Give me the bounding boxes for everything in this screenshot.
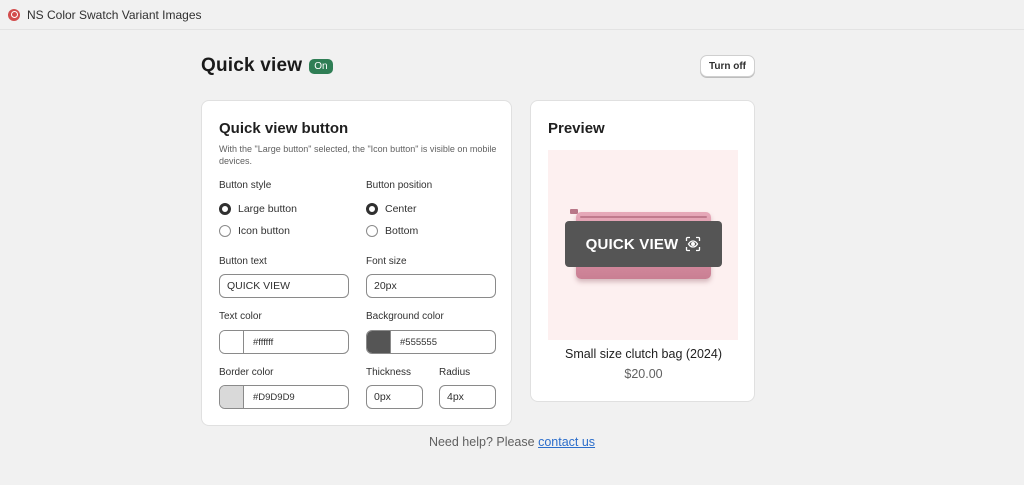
product-price: $20.00 <box>624 367 663 381</box>
app-title: NS Color Swatch Variant Images <box>27 7 202 22</box>
settings-heading: Quick view button <box>219 120 349 137</box>
radio-checked-icon[interactable] <box>219 203 231 215</box>
background-color-label: Background color <box>366 311 444 322</box>
preview-heading: Preview <box>548 120 605 137</box>
product-name: Small size clutch bag (2024) <box>564 347 723 361</box>
border-color-label: Border color <box>219 367 274 378</box>
radio-label: Icon button <box>238 225 290 237</box>
font-size-input[interactable] <box>366 274 496 298</box>
preview-card: Preview QUICK VIEW Small size clutch bag… <box>530 100 755 402</box>
help-footer: Need help? Please contact us <box>0 435 1024 449</box>
text-color-swatch[interactable] <box>220 331 244 353</box>
border-color-value: #D9D9D9 <box>253 391 295 403</box>
radio-label: Large button <box>238 203 297 215</box>
border-color-field[interactable]: #D9D9D9 <box>219 385 349 409</box>
settings-hint: With the "Large button" selected, the "I… <box>219 144 497 166</box>
button-text-label: Button text <box>219 256 267 267</box>
text-color-label: Text color <box>219 311 262 322</box>
radio-checked-icon[interactable] <box>366 203 378 215</box>
page-header: Quick view On Turn off <box>201 54 755 78</box>
text-color-field[interactable]: #ffffff <box>219 330 349 354</box>
radio-unchecked-icon[interactable] <box>219 225 231 237</box>
eye-scan-icon <box>685 236 701 252</box>
thickness-label: Thickness <box>366 367 412 378</box>
radio-label: Bottom <box>385 225 419 237</box>
border-color-swatch[interactable] <box>220 386 244 408</box>
radio-center[interactable]: Center <box>366 203 417 215</box>
button-style-label: Button style <box>219 180 272 191</box>
turn-off-button[interactable]: Turn off <box>699 55 755 77</box>
background-color-field[interactable]: #555555 <box>366 330 496 354</box>
help-text: Need help? Please <box>428 435 539 449</box>
text-color-value: #ffffff <box>253 336 274 348</box>
contact-us-link[interactable]: contact us <box>538 435 595 449</box>
thickness-input[interactable] <box>366 385 423 409</box>
background-color-swatch[interactable] <box>367 331 391 353</box>
status-badge: On <box>309 58 333 74</box>
radio-bottom[interactable]: Bottom <box>366 225 418 237</box>
app-topbar: NS Color Swatch Variant Images <box>0 0 1024 30</box>
page-title: Quick view <box>201 55 303 76</box>
quick-view-button-label: QUICK VIEW <box>585 235 679 253</box>
button-position-label: Button position <box>366 180 433 191</box>
button-text-input[interactable] <box>219 274 349 298</box>
radius-input[interactable] <box>439 385 496 409</box>
quick-view-settings-card: Quick view button With the "Large button… <box>201 100 512 426</box>
radio-large-button[interactable]: Large button <box>219 203 297 215</box>
app-logo-icon <box>8 8 20 21</box>
background-color-value: #555555 <box>400 336 437 348</box>
radio-unchecked-icon[interactable] <box>366 225 378 237</box>
radio-label: Center <box>385 203 417 215</box>
radius-label: Radius <box>439 367 471 378</box>
font-size-label: Font size <box>366 256 407 267</box>
quick-view-button[interactable]: QUICK VIEW <box>565 221 722 267</box>
radio-icon-button[interactable]: Icon button <box>219 225 290 237</box>
product-image[interactable]: QUICK VIEW <box>548 150 738 340</box>
